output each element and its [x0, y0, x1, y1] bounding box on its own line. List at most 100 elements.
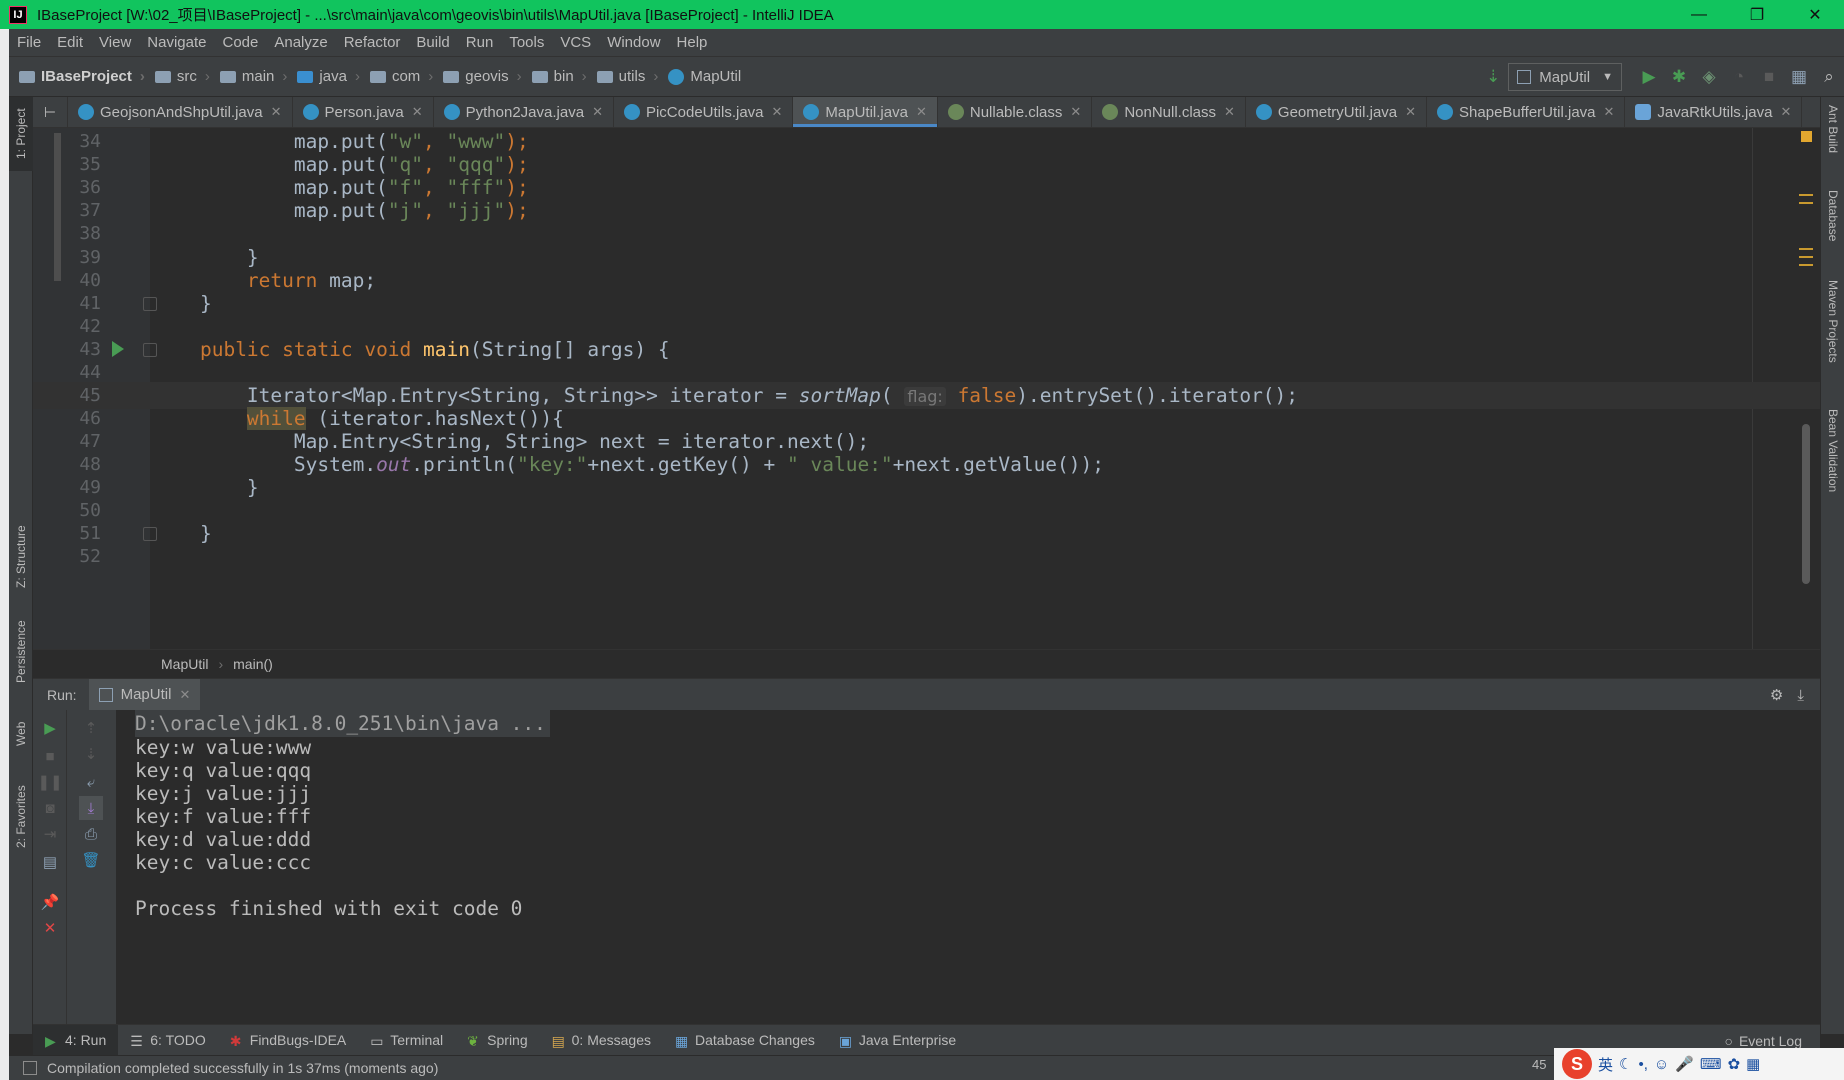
breadcrumb-utils[interactable]: utils ›	[596, 68, 658, 85]
close-icon[interactable]: ✕	[592, 104, 603, 120]
tool-window-structure[interactable]: Z: Structure	[9, 517, 33, 597]
build-project-icon[interactable]: ⇣	[1478, 62, 1508, 92]
pause-icon[interactable]: ❚❚	[37, 770, 62, 794]
breadcrumb-class[interactable]: MapUtil	[668, 68, 741, 85]
print-icon[interactable]: ⎙	[79, 822, 103, 846]
microphone-icon[interactable]: 🎤	[1675, 1055, 1694, 1073]
console-command-line[interactable]: D:\oracle\jdk1.8.0_251\bin\java ...	[135, 710, 550, 737]
close-icon[interactable]: ✕	[1780, 104, 1791, 120]
tab-piccodeutils[interactable]: PicCodeUtils.java ✕	[614, 97, 794, 127]
stop-icon[interactable]: ■	[1754, 62, 1784, 92]
fold-icon[interactable]	[143, 297, 157, 311]
caret-position[interactable]: 45	[1532, 1057, 1546, 1072]
run-configuration-select[interactable]: MapUtil ▼	[1508, 63, 1622, 91]
stop-icon[interactable]: ■	[38, 744, 62, 768]
breadcrumb-project[interactable]: IBaseProject ›	[19, 68, 145, 85]
menu-view[interactable]: View	[91, 34, 139, 51]
tool-window-web[interactable]: Web	[9, 709, 33, 759]
pin-tab-icon[interactable]: 📌	[38, 890, 62, 914]
project-structure-icon[interactable]: ▦	[1784, 62, 1814, 92]
menu-vcs[interactable]: VCS	[552, 34, 599, 51]
tab-nullable[interactable]: Nullable.class ✕	[938, 97, 1093, 127]
exit-icon[interactable]: ⇥	[38, 822, 62, 846]
sogou-logo-icon[interactable]: S	[1562, 1049, 1592, 1079]
tool-database-changes[interactable]: ▦ Database Changes	[663, 1025, 827, 1056]
breadcrumb-method[interactable]: main()	[233, 656, 273, 672]
minimize-button[interactable]: —	[1670, 0, 1728, 29]
skin-icon[interactable]: ✿	[1728, 1055, 1741, 1073]
fold-icon[interactable]	[143, 343, 157, 357]
close-icon[interactable]: ✕	[179, 687, 190, 703]
restore-button[interactable]: ❐	[1728, 0, 1786, 29]
error-stripe-mark[interactable]	[1799, 202, 1813, 204]
moon-icon[interactable]: ☾	[1619, 1055, 1632, 1073]
run-gutter-icon[interactable]	[112, 341, 124, 357]
layout-icon[interactable]: ▤	[38, 850, 62, 874]
tab-maputil[interactable]: MapUtil.java ✕	[793, 97, 938, 127]
search-everywhere-icon[interactable]: ⌕	[1814, 62, 1844, 92]
close-run-icon[interactable]: ✕	[38, 916, 62, 940]
scroll-down-icon[interactable]: ⇣	[79, 742, 103, 766]
breadcrumb-java[interactable]: java ›	[297, 68, 360, 85]
warning-indicator-icon[interactable]	[1801, 131, 1812, 142]
tool-java-enterprise[interactable]: ▣ Java Enterprise	[827, 1025, 968, 1056]
toolbox-icon[interactable]: ▦	[1746, 1055, 1760, 1073]
emoji-icon[interactable]: ☺	[1654, 1056, 1669, 1073]
menu-edit[interactable]: Edit	[49, 34, 91, 51]
soft-wrap-icon[interactable]: ⤶	[79, 770, 103, 794]
tool-messages[interactable]: ▤ 0: Messages	[540, 1025, 663, 1056]
tab-javartkutils[interactable]: JavaRtkUtils.java ✕	[1625, 97, 1803, 127]
menu-analyze[interactable]: Analyze	[266, 34, 335, 51]
tool-window-bean-validation[interactable]: Bean Validation	[1821, 401, 1844, 501]
tool-run[interactable]: ▶ 4: Run	[33, 1024, 119, 1056]
tabs-menu-icon[interactable]: ⊢	[33, 97, 68, 127]
breadcrumb-bin[interactable]: bin ›	[531, 68, 587, 85]
run-icon[interactable]: ▶	[1634, 62, 1664, 92]
menu-build[interactable]: Build	[408, 34, 457, 51]
hide-panel-icon[interactable]: ⤓	[1797, 687, 1804, 704]
scroll-to-end-icon[interactable]: ⤓	[79, 796, 103, 820]
run-tab-maputil[interactable]: MapUtil ✕	[88, 678, 201, 711]
breadcrumb-com[interactable]: com ›	[369, 68, 433, 85]
close-icon[interactable]: ✕	[1070, 104, 1081, 120]
close-icon[interactable]: ✕	[412, 104, 423, 120]
tool-window-persistence[interactable]: Persistence	[9, 617, 33, 687]
breadcrumb-src[interactable]: src ›	[154, 68, 210, 85]
tool-todo[interactable]: ☰ 6: TODO	[118, 1025, 218, 1056]
fold-icon[interactable]	[143, 527, 157, 541]
close-icon[interactable]: ✕	[271, 104, 282, 120]
dump-threads-icon[interactable]: ◙	[38, 796, 62, 820]
coverage-icon[interactable]: ◈	[1694, 62, 1724, 92]
tool-window-ant-build[interactable]: Ant Build	[1821, 97, 1844, 161]
ime-mode-toggle[interactable]: 英	[1598, 1054, 1613, 1075]
menu-file[interactable]: File	[9, 34, 49, 51]
close-icon[interactable]: ✕	[1224, 104, 1235, 120]
tab-geojsonandshputil[interactable]: GeojsonAndShpUtil.java ✕	[68, 97, 293, 127]
tab-python2java[interactable]: Python2Java.java ✕	[434, 97, 614, 127]
menu-window[interactable]: Window	[599, 34, 668, 51]
rerun-icon[interactable]: ▶	[38, 716, 62, 740]
menu-help[interactable]: Help	[669, 34, 716, 51]
punctuation-icon[interactable]: •,	[1638, 1056, 1647, 1073]
menu-tools[interactable]: Tools	[501, 34, 552, 51]
debug-icon[interactable]: ✱	[1664, 62, 1694, 92]
tool-window-database[interactable]: Database	[1821, 181, 1844, 251]
scroll-up-icon[interactable]: ⇡	[79, 716, 103, 740]
tab-person[interactable]: Person.java ✕	[293, 97, 434, 127]
run-console[interactable]: D:\oracle\jdk1.8.0_251\bin\java ... key:…	[117, 710, 1820, 1024]
tool-terminal[interactable]: ▭ Terminal	[358, 1025, 455, 1056]
error-stripe-mark[interactable]	[1799, 194, 1813, 196]
tool-findbugs[interactable]: ✱ FindBugs-IDEA	[218, 1025, 358, 1056]
breadcrumb-geovis[interactable]: geovis ›	[443, 68, 522, 85]
breadcrumb-main[interactable]: main ›	[219, 68, 287, 85]
editor-scrollbar[interactable]	[1802, 424, 1810, 584]
profile-icon[interactable]: ◔	[1724, 62, 1754, 92]
keyboard-icon[interactable]: ⌨	[1700, 1055, 1722, 1073]
menu-refactor[interactable]: Refactor	[336, 34, 409, 51]
toggle-tool-windows-icon[interactable]	[23, 1061, 37, 1075]
tab-geometryutil[interactable]: GeometryUtil.java ✕	[1246, 97, 1428, 127]
error-stripe-mark[interactable]	[1799, 264, 1813, 266]
tool-spring[interactable]: ❦ Spring	[455, 1025, 539, 1056]
tool-window-project[interactable]: 1: Project	[9, 97, 33, 171]
settings-gear-icon[interactable]: ⚙	[1770, 686, 1783, 704]
